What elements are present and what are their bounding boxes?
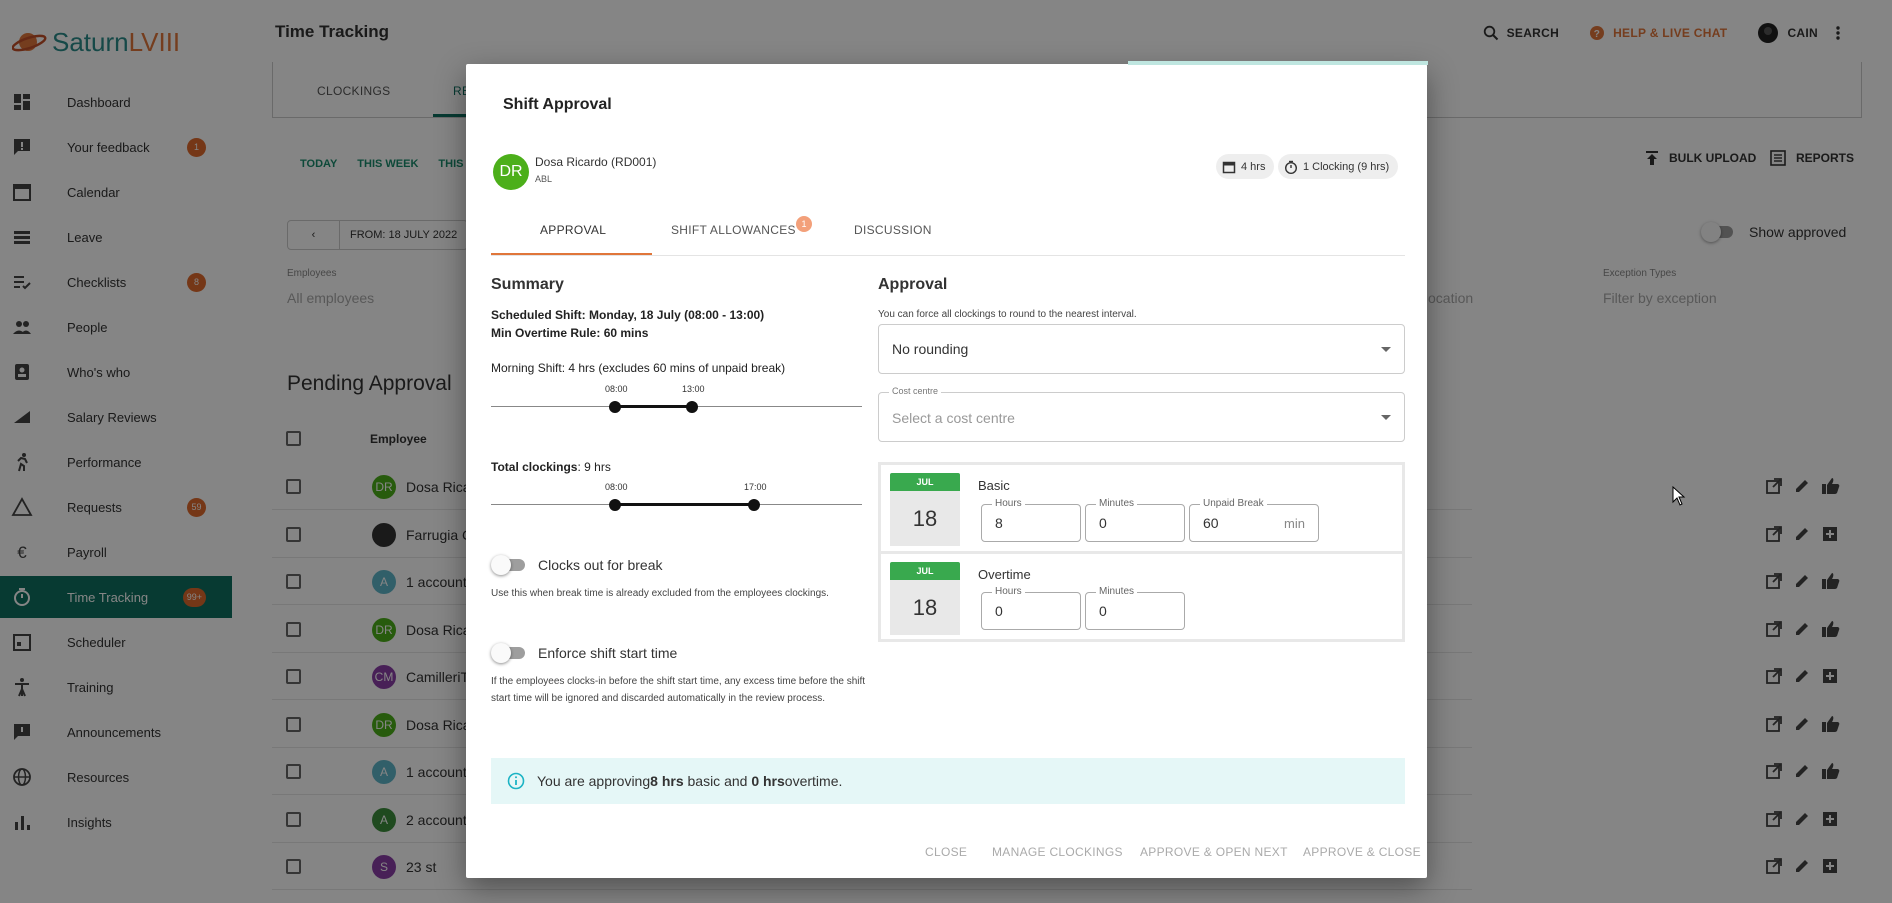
info-basic-hours: 8 hrs <box>650 773 684 789</box>
break-help-text: Use this when break time is already excl… <box>491 588 829 599</box>
enforce-start-label: Enforce shift start time <box>538 645 678 661</box>
scheduled-hours: 4 hrs <box>1241 160 1266 173</box>
tab-divider <box>491 255 1405 256</box>
scheduled-shift-text: Scheduled Shift: Monday, 18 July (08:00 … <box>491 308 765 322</box>
overtime-minutes-label: Minutes <box>1096 586 1138 597</box>
shift-approval-dialog: Shift Approval DR Dosa Ricardo (RD001) A… <box>466 61 1428 878</box>
progress-line <box>1128 61 1428 65</box>
total-clockings-value: : 9 hrs <box>577 460 611 474</box>
info-icon <box>507 772 525 790</box>
tab-discussion[interactable]: DISCUSSION <box>854 223 932 237</box>
mouse-cursor-icon <box>1672 486 1686 506</box>
approval-heading: Approval <box>878 276 948 293</box>
basic-minutes-value: 0 <box>1099 515 1107 531</box>
overtime-date-box: JUL 18 <box>890 562 960 635</box>
tab-shift-allowances[interactable]: SHIFT ALLOWANCES <box>671 223 796 237</box>
clock-end-handle <box>748 499 760 511</box>
overtime-title: Overtime <box>978 567 1031 582</box>
approve-open-next-button[interactable]: APPROVE & OPEN NEXT <box>1140 845 1288 859</box>
overtime-hours-label: Hours <box>992 586 1025 597</box>
employee-name: Dosa Ricardo (RD001) <box>535 155 657 169</box>
unpaid-break-unit: min <box>1284 516 1305 531</box>
basic-minutes-label: Minutes <box>1096 498 1138 509</box>
overtime-minutes-value: 0 <box>1099 603 1107 619</box>
break-toggle-label: Clocks out for break <box>538 557 663 573</box>
timer-icon <box>1285 160 1297 174</box>
basic-hours-label: Hours <box>992 498 1025 509</box>
unpaid-break-value: 60 <box>1203 515 1219 531</box>
overtime-day: 18 <box>890 580 960 635</box>
shift-end-handle <box>686 401 698 413</box>
approval-info-banner: You are approving 8 hrs basic and 0 hrs … <box>491 758 1405 804</box>
shift-end-label: 13:00 <box>682 384 705 394</box>
basic-hours-value: 8 <box>995 515 1003 531</box>
enforce-start-toggle[interactable] <box>491 643 527 663</box>
calendar-icon <box>1222 161 1236 173</box>
caret-down-icon <box>1381 347 1391 352</box>
clockings-chip: 1 Clocking (9 hrs) <box>1278 154 1399 179</box>
basic-minutes-input[interactable]: Minutes 0 <box>1085 498 1185 542</box>
unpaid-break-input[interactable]: Unpaid Break 60 min <box>1189 498 1319 542</box>
basic-day: 18 <box>890 491 960 546</box>
morning-shift-text: Morning Shift: 4 hrs (excludes 60 mins o… <box>491 361 786 375</box>
scheduled-hours-chip: 4 hrs <box>1216 154 1275 179</box>
cost-centre-placeholder: Select a cost centre <box>892 410 1015 426</box>
info-text-post: overtime. <box>784 773 843 789</box>
allowances-badge: 1 <box>796 216 812 232</box>
total-clockings-label: Total clockings <box>491 460 578 474</box>
enforce-help-text: If the employees clocks-in before the sh… <box>491 676 866 704</box>
clock-end-label: 17:00 <box>744 482 767 492</box>
overtime-minutes-input[interactable]: Minutes 0 <box>1085 586 1185 630</box>
close-button[interactable]: CLOSE <box>925 845 967 859</box>
tab-approval[interactable]: APPROVAL <box>540 223 606 237</box>
rounding-help-text: You can force all clockings to round to … <box>878 309 1137 320</box>
overtime-hours-input[interactable]: Hours 0 <box>981 586 1081 630</box>
info-text-pre: You are approving <box>537 773 651 789</box>
summary-heading: Summary <box>491 276 564 293</box>
overtime-hours-value: 0 <box>995 603 1003 619</box>
clockings-count: 1 Clocking (9 hrs) <box>1303 160 1390 173</box>
basic-month: JUL <box>890 473 960 491</box>
info-text-mid: basic and <box>683 773 752 789</box>
overtime-month: JUL <box>890 562 960 580</box>
shift-start-handle <box>609 401 621 413</box>
cost-centre-label: Cost centre <box>889 386 942 396</box>
info-overtime-hours: 0 hrs <box>751 773 785 789</box>
card-divider <box>881 551 1402 554</box>
app-background: Saturn LVIII Dashboard Your feedback 1 Calen… <box>0 0 1892 903</box>
basic-hours-input[interactable]: Hours 8 <box>981 498 1081 542</box>
cost-centre-select[interactable]: Cost centre Select a cost centre <box>878 386 1405 442</box>
avatar: DR <box>493 154 529 190</box>
hours-card: JUL 18 Basic Hours 8 Minutes 0 Unpaid Br… <box>878 462 1405 642</box>
basic-title: Basic <box>978 478 1010 493</box>
unpaid-break-label: Unpaid Break <box>1200 498 1267 509</box>
shift-timeline: 08:00 13:00 <box>491 384 862 424</box>
approve-close-button[interactable]: APPROVE & CLOSE <box>1303 845 1421 859</box>
shift-start-label: 08:00 <box>605 384 628 394</box>
manage-clockings-button[interactable]: MANAGE CLOCKINGS <box>992 845 1123 859</box>
rounding-value: No rounding <box>892 341 969 357</box>
clock-start-label: 08:00 <box>605 482 628 492</box>
dialog-title: Shift Approval <box>503 96 612 113</box>
caret-down-icon <box>1381 415 1391 420</box>
basic-date-box: JUL 18 <box>890 473 960 546</box>
rounding-select[interactable]: No rounding <box>878 324 1405 374</box>
break-toggle[interactable] <box>491 555 527 575</box>
clock-start-handle <box>609 499 621 511</box>
employee-company: ABL <box>535 174 553 184</box>
clockings-timeline: 08:00 17:00 <box>491 482 862 522</box>
total-clockings-text: Total clockings: 9 hrs <box>491 460 611 474</box>
overtime-rule-text: Min Overtime Rule: 60 mins <box>491 326 649 340</box>
